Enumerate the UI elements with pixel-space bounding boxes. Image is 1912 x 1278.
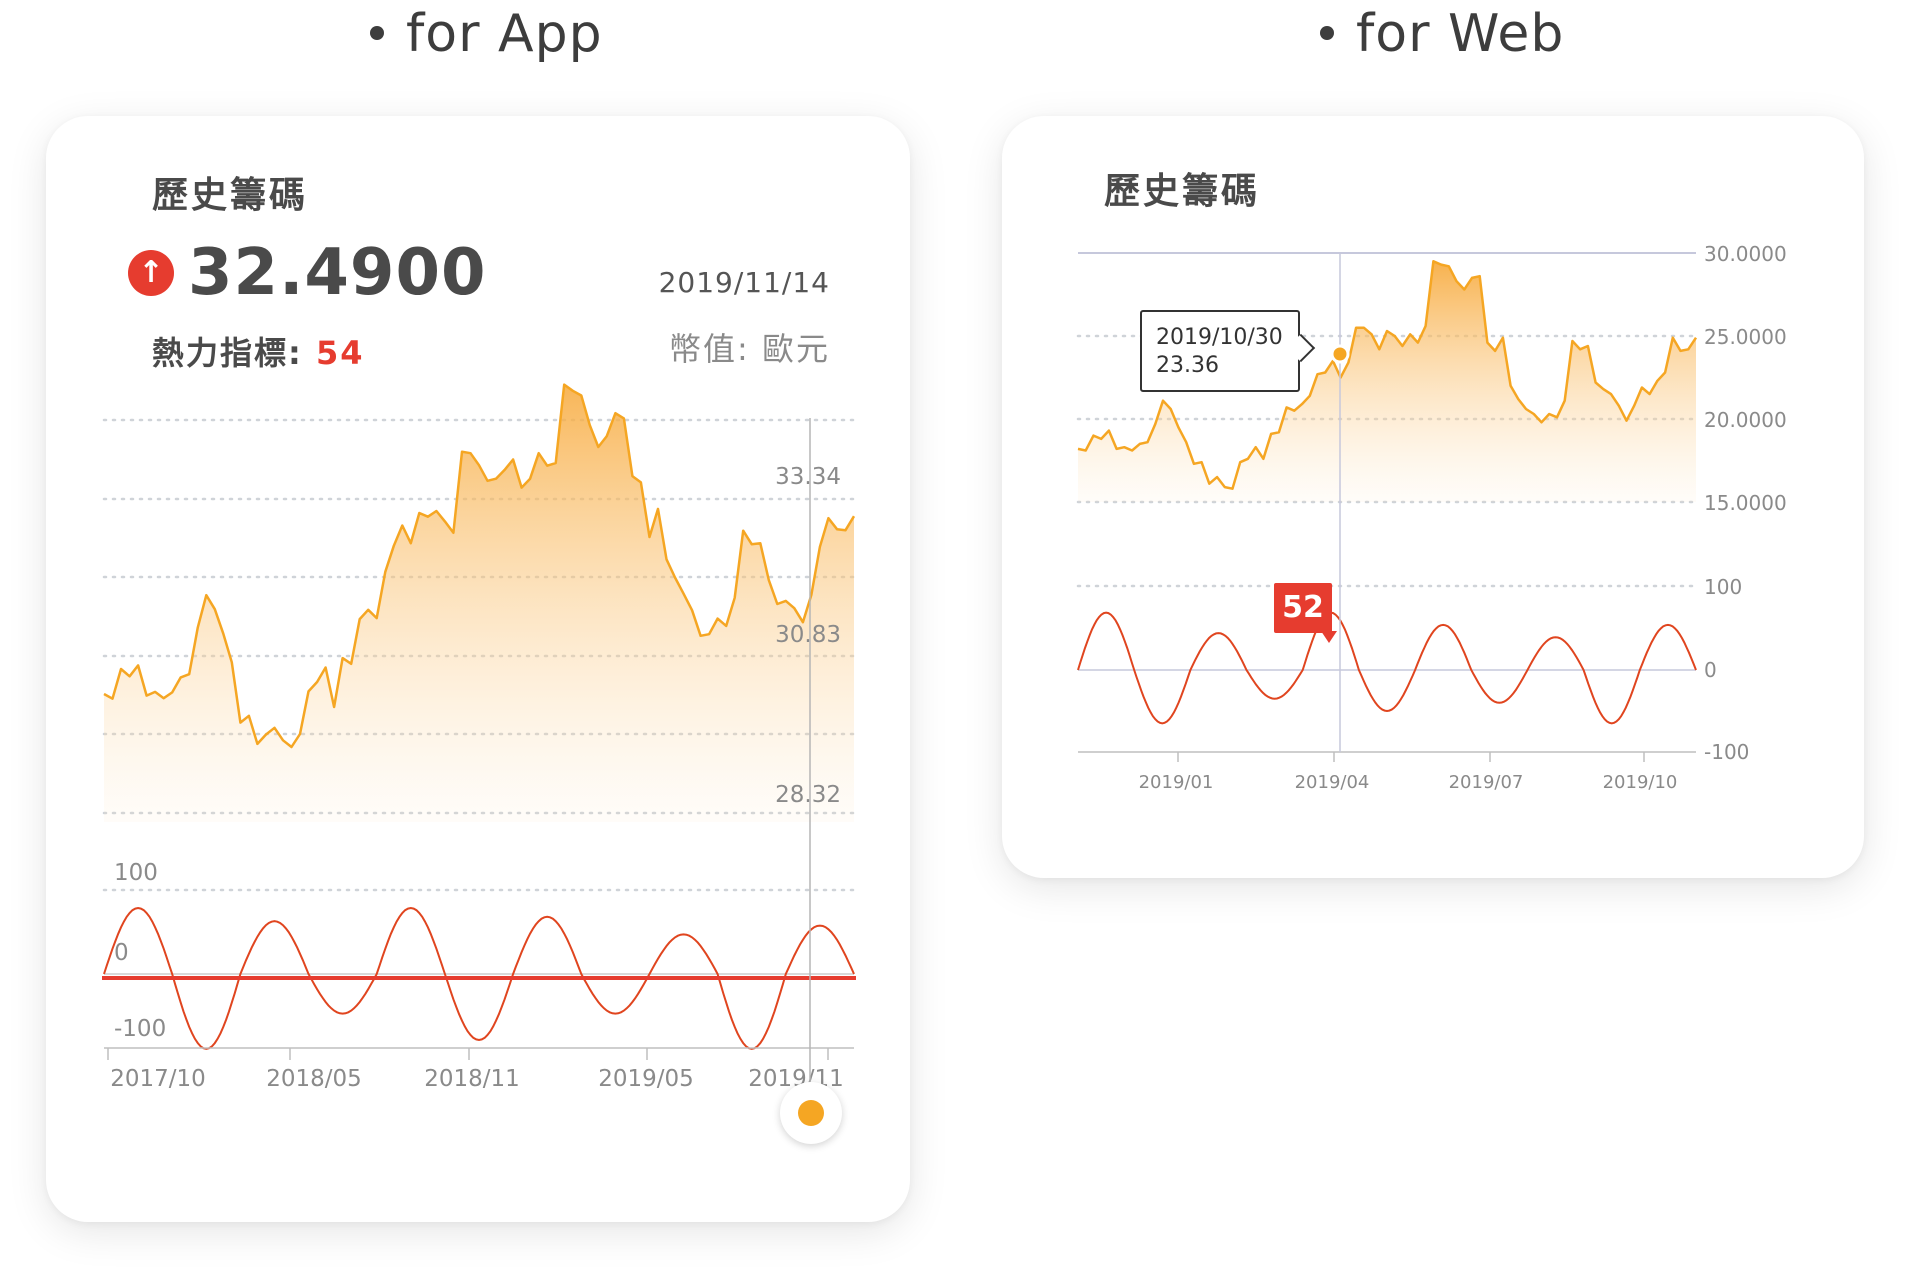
x-tick-label: 2019/10 <box>1603 772 1678 793</box>
scrubber-handle[interactable] <box>780 1082 842 1144</box>
y-tick-label: 28.32 <box>775 782 841 808</box>
oscillator-badge: 52 <box>1274 583 1337 643</box>
y-tick-label: 25.0000 <box>1704 325 1787 349</box>
osc-tick-label: 100 <box>114 860 158 886</box>
heading-app-label: for App <box>406 4 603 64</box>
y-tick-label: 15.0000 <box>1704 491 1787 515</box>
osc-tick-label: -100 <box>1704 740 1749 764</box>
osc-tick-label: 100 <box>1704 575 1742 599</box>
web-chart[interactable]: 30.0000 25.0000 20.0000 15.0000 100 0 -100 2019… <box>1002 116 1864 878</box>
heading-web: for Web <box>1320 4 1564 64</box>
y-tick-label: 30.0000 <box>1704 242 1787 266</box>
web-card: 歷史籌碼 30.0000 25.0000 20.0000 15.0000 100 0 -10… <box>1002 116 1864 878</box>
app-chart[interactable]: 33.34 30.83 28.32 100 0 -100 2017/10 2018/05 201… <box>46 116 910 1222</box>
app-card: 歷史籌碼 ↑ 32.4900 2019/11/14 熱力指標: 54 幣值: 歐… <box>46 116 910 1222</box>
bullet-icon <box>370 26 384 40</box>
highlight-point <box>1330 344 1350 364</box>
scrubber-dot-icon <box>798 1100 824 1126</box>
y-tick-label: 30.83 <box>775 622 841 648</box>
x-tick-label: 2017/10 <box>110 1066 206 1092</box>
y-tick-label: 33.34 <box>775 464 841 490</box>
tooltip-value: 23.36 <box>1156 353 1219 378</box>
tooltip: 2019/10/30 23.36 <box>1140 310 1300 392</box>
y-tick-label: 20.0000 <box>1704 408 1787 432</box>
x-tick-label: 2019/04 <box>1295 772 1370 793</box>
heading-web-label: for Web <box>1356 4 1565 64</box>
osc-tick-label: 0 <box>1704 658 1717 682</box>
bullet-icon <box>1320 26 1334 40</box>
x-tick-label: 2019/01 <box>1139 772 1214 793</box>
osc-tick-label: 0 <box>114 940 129 966</box>
oscillator-line <box>1077 611 1697 725</box>
price-area <box>104 384 854 822</box>
tooltip-date: 2019/10/30 <box>1156 325 1283 350</box>
osc-tick-label: -100 <box>114 1016 166 1042</box>
heading-app: for App <box>370 4 603 64</box>
x-tick-label: 2018/05 <box>266 1066 362 1092</box>
x-tick-label: 2019/07 <box>1449 772 1524 793</box>
x-tick-label: 2018/11 <box>424 1066 520 1092</box>
x-tick-label: 2019/05 <box>598 1066 694 1092</box>
